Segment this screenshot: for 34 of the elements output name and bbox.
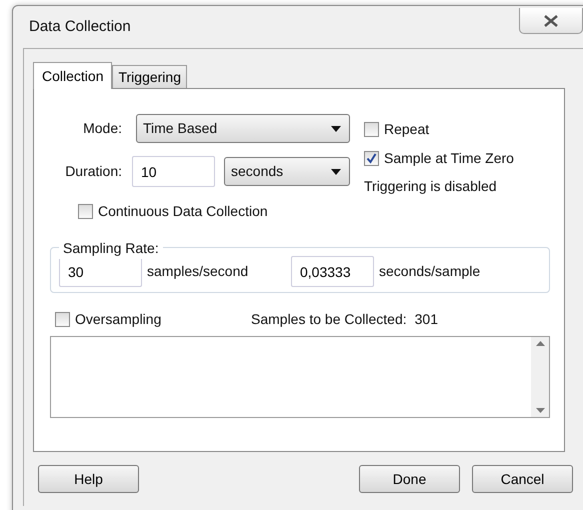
dialog-button[interactable]: Done: [359, 465, 460, 493]
dropdown-arrow-icon: [331, 126, 341, 132]
checkbox-label[interactable]: Oversampling: [75, 309, 162, 330]
checkbox-label[interactable]: Sample at Time Zero: [384, 148, 514, 169]
checkbox-label[interactable]: Continuous Data Collection: [98, 201, 268, 222]
tab[interactable]: Collection: [33, 62, 112, 89]
samples-label: Samples to be Collected:: [251, 310, 407, 329]
scroll-down-icon: [536, 408, 544, 413]
duration-field[interactable]: 10: [132, 156, 215, 187]
tab[interactable]: Triggering: [112, 65, 187, 88]
status-text: Triggering is disabled: [364, 177, 498, 196]
rate-field[interactable]: 30: [59, 256, 142, 287]
mode-dropdown[interactable]: Time Based: [136, 114, 350, 143]
field-label: Duration:: [64, 162, 122, 181]
scrollbar[interactable]: [531, 337, 549, 417]
field-label: Mode:: [82, 119, 122, 138]
checkbox[interactable]: [364, 151, 379, 166]
close-button[interactable]: [519, 8, 583, 34]
dialog-button[interactable]: Help: [38, 465, 139, 493]
unit-dropdown[interactable]: seconds: [224, 157, 350, 186]
checkbox[interactable]: [55, 312, 70, 327]
dialog-button[interactable]: Cancel: [472, 465, 573, 493]
dropdown-arrow-icon: [331, 168, 341, 174]
checkbox[interactable]: [78, 204, 93, 219]
window-title: Data Collection: [29, 16, 131, 37]
period-field[interactable]: 0,03333: [291, 256, 374, 287]
samples-count: 301: [414, 310, 438, 329]
checkbox-label[interactable]: Repeat: [384, 119, 430, 140]
log-area[interactable]: [50, 336, 550, 418]
scroll-up-icon: [536, 341, 544, 346]
close-icon: [543, 14, 559, 26]
unit-label: seconds/sample: [379, 262, 480, 281]
unit-label: samples/second: [147, 262, 250, 281]
checkbox[interactable]: [364, 122, 379, 137]
